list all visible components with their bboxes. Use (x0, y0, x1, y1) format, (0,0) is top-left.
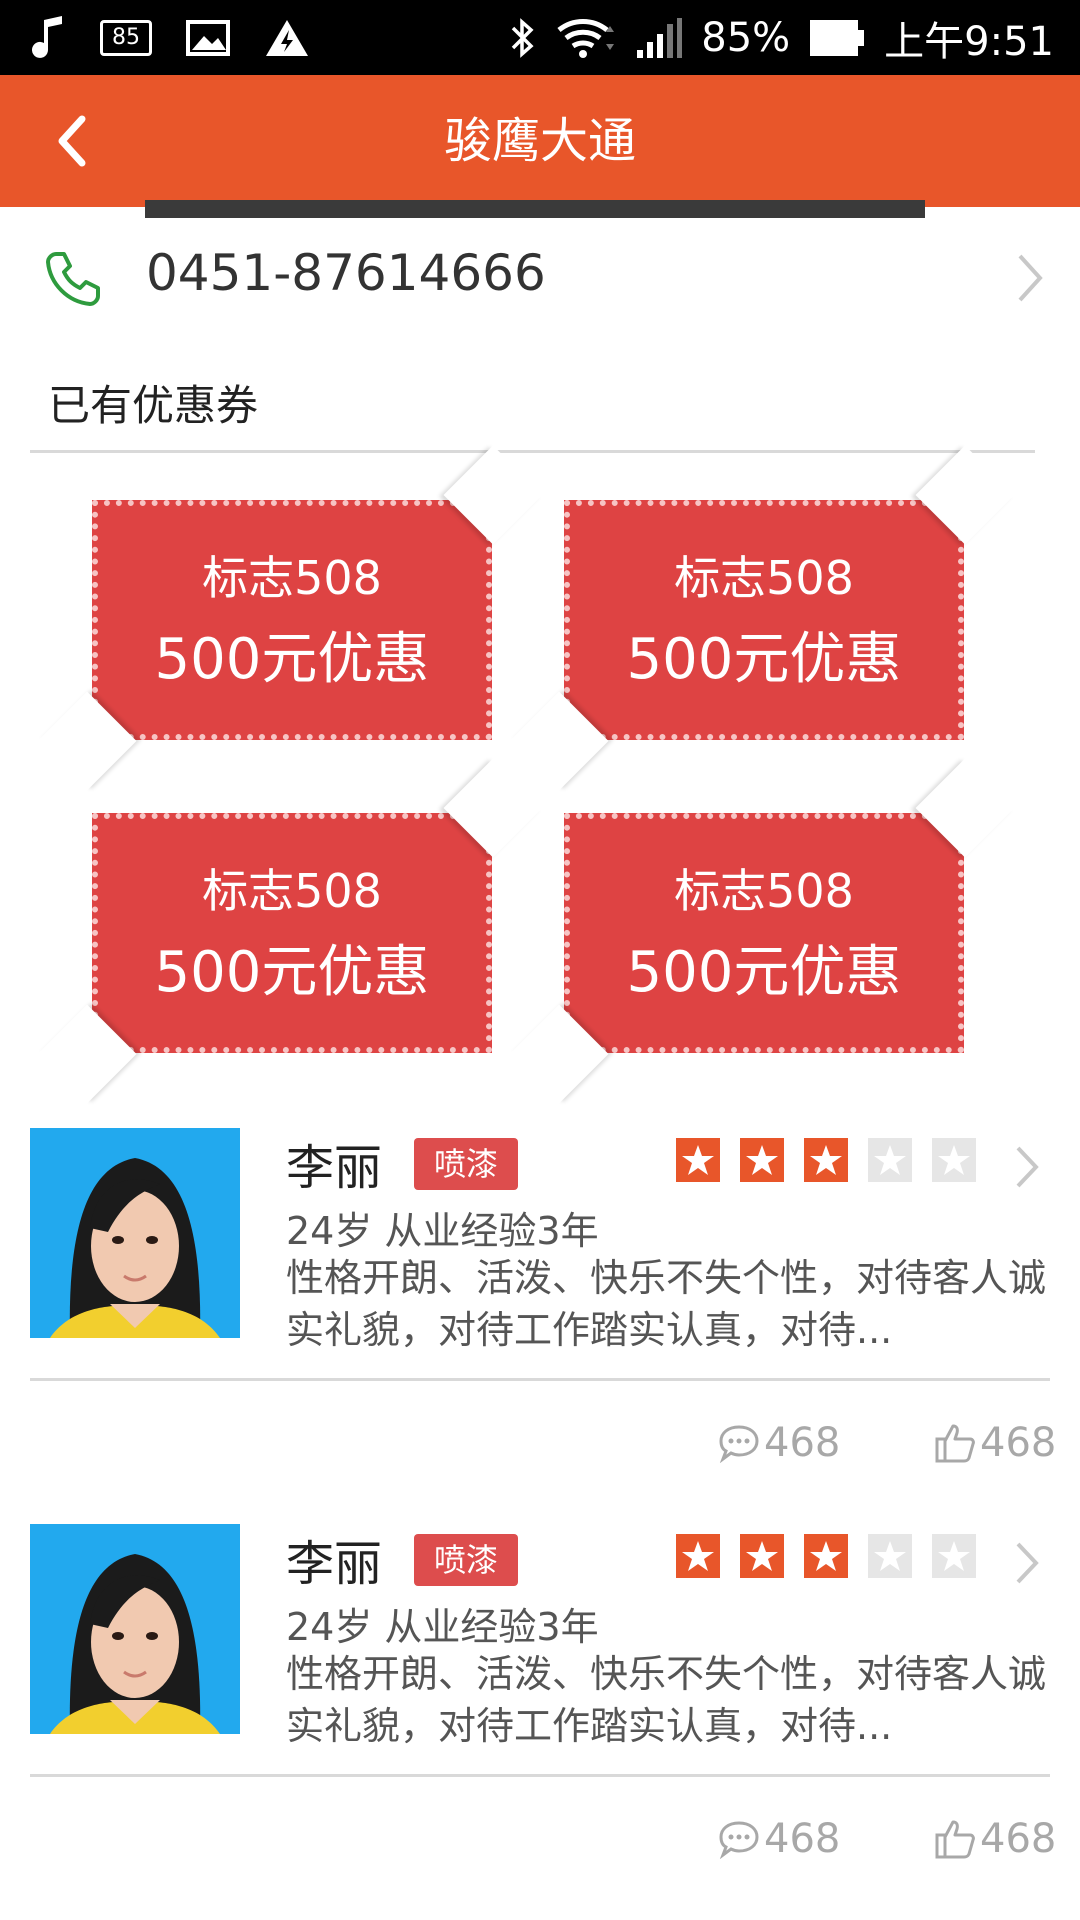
coupon-card[interactable]: 标志508 500元优惠 (509, 445, 1015, 791)
coupon-model: 标志508 (202, 864, 382, 918)
clock: 上午9:51 (884, 18, 1054, 65)
back-button[interactable] (42, 111, 102, 171)
coupon-model: 标志508 (674, 551, 854, 605)
like-count-button[interactable]: 468 (934, 1418, 1056, 1468)
coupon-discount: 500元优惠 (626, 940, 902, 1005)
notification-badge-icon: 85 (100, 19, 152, 56)
app-header: 骏鹰大通 (0, 75, 1080, 207)
skill-tag: 喷漆 (414, 1534, 518, 1586)
star-icon (740, 1534, 784, 1578)
star-empty-icon (932, 1138, 976, 1182)
comment-count: 468 (764, 1816, 841, 1862)
wifi-icon (555, 16, 617, 60)
chevron-right-icon (1012, 1144, 1042, 1190)
coupon-body: 标志508 500元优惠 (92, 500, 492, 740)
chevron-right-icon (1010, 250, 1050, 306)
like-count: 468 (980, 1420, 1057, 1466)
coupon-card[interactable]: 标志508 500元优惠 (37, 445, 543, 791)
star-icon (676, 1138, 720, 1182)
coupon-body: 标志508 500元优惠 (564, 500, 964, 740)
like-count: 468 (980, 1816, 1057, 1862)
battery-percent: 85% (701, 14, 791, 61)
coupon-card[interactable]: 标志508 500元优惠 (509, 758, 1015, 1104)
signal-icon (635, 16, 683, 60)
phone-number: 0451-87614666 (146, 244, 546, 302)
warning-icon (264, 18, 310, 58)
star-empty-icon (868, 1138, 912, 1182)
coupon-body: 标志508 500元优惠 (564, 813, 964, 1053)
divider (30, 450, 1035, 453)
divider (30, 1774, 1050, 1777)
rating-stars (676, 1534, 976, 1578)
coupon-discount: 500元优惠 (154, 940, 430, 1005)
comment-count-button[interactable]: 468 (718, 1418, 840, 1468)
avatar (30, 1524, 240, 1734)
phone-icon (42, 248, 102, 308)
star-empty-icon (868, 1534, 912, 1578)
status-bar: 85 85% 上午9:51 (0, 0, 1080, 75)
avatar (30, 1128, 240, 1338)
coupons-section-title: 已有优惠券 (48, 381, 259, 430)
technician-card[interactable]: 李丽 喷漆 24岁 从业经验3年 性格开朗、活泼、快乐不失个性，对待客人诚实礼貌… (0, 1524, 1080, 1919)
chevron-left-icon (58, 115, 86, 167)
music-note-icon (30, 15, 66, 60)
comment-icon (719, 1425, 759, 1463)
comment-count: 468 (764, 1420, 841, 1466)
chevron-right-icon (1012, 1540, 1042, 1586)
divider (30, 1378, 1050, 1381)
coupon-model: 标志508 (202, 551, 382, 605)
status-bar-right: 85% 上午9:51 (507, 0, 1054, 75)
skill-tag: 喷漆 (414, 1138, 518, 1190)
coupon-discount: 500元优惠 (154, 627, 430, 692)
technician-description: 性格开朗、活泼、快乐不失个性，对待客人诚实礼貌，对待工作踏实认真，对待... (286, 1256, 1047, 1352)
like-count-button[interactable]: 468 (934, 1814, 1056, 1864)
star-icon (676, 1534, 720, 1578)
bluetooth-icon (507, 16, 537, 60)
coupon-model: 标志508 (674, 864, 854, 918)
battery-icon (808, 18, 866, 58)
thumbs-up-icon (935, 1424, 975, 1463)
star-icon (804, 1138, 848, 1182)
technician-description: 性格开朗、活泼、快乐不失个性，对待客人诚实礼貌，对待工作踏实认真，对待... (286, 1652, 1047, 1748)
thumbs-up-icon (935, 1820, 975, 1859)
star-icon (804, 1534, 848, 1578)
comment-icon (719, 1821, 759, 1859)
technician-name: 李丽 (286, 1140, 383, 1196)
age-experience: 24岁 从业经验3年 (286, 1209, 599, 1253)
coupon-card[interactable]: 标志508 500元优惠 (37, 758, 543, 1104)
status-bar-left: 85 (30, 0, 310, 75)
coupon-body: 标志508 500元优惠 (92, 813, 492, 1053)
technician-card[interactable]: 李丽 喷漆 24岁 从业经验3年 性格开朗、活泼、快乐不失个性，对待客人诚实礼貌… (0, 1128, 1080, 1523)
technician-name: 李丽 (286, 1536, 383, 1592)
star-empty-icon (932, 1534, 976, 1578)
comment-count-button[interactable]: 468 (718, 1814, 840, 1864)
rating-stars (676, 1138, 976, 1182)
age-experience: 24岁 从业经验3年 (286, 1605, 599, 1649)
coupon-discount: 500元优惠 (626, 627, 902, 692)
partial-address-row (145, 200, 925, 218)
image-icon (186, 19, 230, 56)
phone-row[interactable]: 0451-87614666 (0, 220, 1080, 335)
page-title: 骏鹰大通 (443, 113, 636, 169)
star-icon (740, 1138, 784, 1182)
